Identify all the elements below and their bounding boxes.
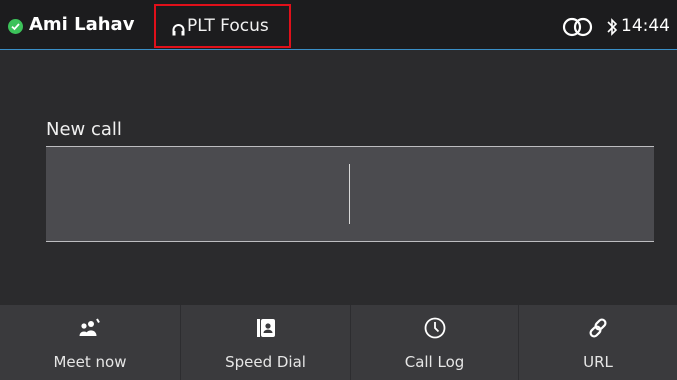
clock: 14:44 bbox=[621, 16, 670, 36]
speed-dial-button[interactable]: Speed Dial bbox=[180, 305, 350, 380]
meet-now-icon bbox=[79, 317, 101, 339]
bluetooth-icon bbox=[606, 17, 618, 41]
softkey-bar: Meet now Speed Dial Call Log URL bbox=[0, 305, 677, 380]
headset-icon bbox=[172, 21, 185, 40]
link-icon bbox=[588, 317, 608, 339]
headset-name[interactable]: PLT Focus bbox=[187, 13, 269, 39]
meet-now-button[interactable]: Meet now bbox=[0, 305, 180, 380]
user-name[interactable]: Ami Lahav bbox=[29, 12, 134, 38]
new-call-label: New call bbox=[46, 119, 122, 140]
clock-icon bbox=[424, 317, 446, 339]
text-cursor bbox=[349, 164, 350, 224]
presence-available-icon bbox=[8, 19, 23, 34]
dial-input[interactable] bbox=[46, 146, 654, 242]
speed-dial-label: Speed Dial bbox=[225, 353, 306, 371]
call-log-label: Call Log bbox=[404, 353, 465, 371]
call-log-button[interactable]: Call Log bbox=[350, 305, 518, 380]
speed-dial-icon bbox=[256, 317, 275, 339]
url-button[interactable]: URL bbox=[518, 305, 677, 380]
status-bar: Ami Lahav PLT Focus 14:44 bbox=[0, 0, 677, 50]
url-label: URL bbox=[583, 353, 613, 371]
interlocking-rings-icon bbox=[559, 17, 599, 41]
meet-now-label: Meet now bbox=[53, 353, 127, 371]
